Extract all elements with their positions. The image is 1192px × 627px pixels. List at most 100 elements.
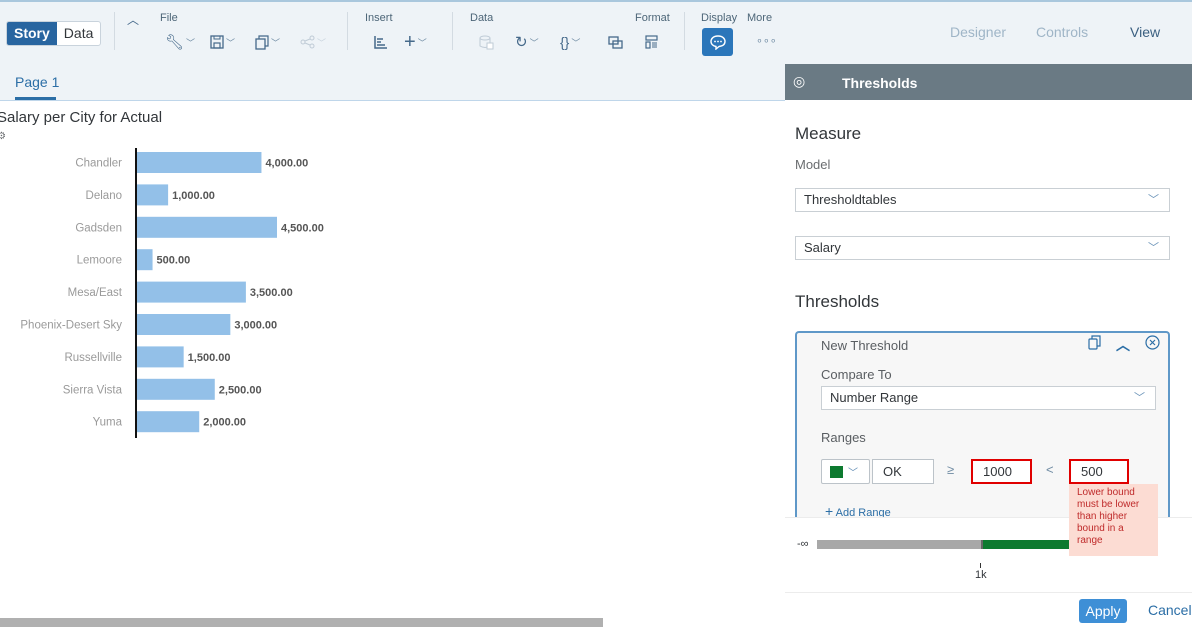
bar[interactable] [137, 184, 169, 206]
tools-icon[interactable]: 🔧︎ ﹀ [165, 32, 195, 52]
story-tab[interactable]: Story [7, 22, 57, 45]
save-icon[interactable]: ﹀ [210, 32, 235, 52]
bar[interactable] [137, 411, 200, 433]
file-group-label: File [160, 12, 178, 24]
divider [785, 592, 1192, 593]
data-tab[interactable]: Data [57, 22, 101, 45]
category-label: Gadsden [75, 222, 122, 234]
toolbar: Story Data ︿ File 🔧︎ ﹀ ﹀ ﹀ ﹀ Insert + ﹀ Da… [0, 0, 1192, 64]
chevron-down-icon: ﹀ [1148, 242, 1159, 254]
error-tooltip: Lower bound must be lower than higher bo… [1069, 484, 1158, 556]
format-group-label: Format [635, 12, 670, 24]
bar[interactable] [137, 378, 215, 400]
view-tab[interactable]: View [1130, 24, 1160, 40]
lower-bound-input[interactable]: 1000 [971, 459, 1032, 484]
bar[interactable] [137, 249, 153, 271]
chevron-down-icon: ﹀ [1148, 194, 1159, 206]
category-label: Russellville [64, 352, 122, 364]
upper-operator: < [1046, 462, 1054, 477]
category-label: Delano [86, 190, 122, 202]
model-dropdown[interactable]: Thresholdtables ﹀ [795, 188, 1170, 212]
thresholds-heading: Thresholds [795, 292, 880, 311]
copy-icon[interactable]: ﹀ [255, 32, 280, 52]
more-group-label: More [747, 12, 773, 24]
apply-button[interactable]: Apply [1079, 599, 1127, 623]
arrange-icon[interactable] [608, 32, 623, 52]
cancel-button[interactable]: Cancel [1148, 602, 1192, 618]
category-label: Sierra Vista [63, 384, 123, 396]
scale-bar-unassigned [817, 540, 981, 549]
page-tab-1[interactable]: Page 1 [15, 74, 59, 90]
data-label: 500.00 [157, 255, 191, 267]
lower-operator: ≥ [947, 462, 955, 477]
data-label: 3,000.00 [234, 320, 277, 332]
thresholds-panel-header: ◎ Thresholds [785, 64, 1192, 100]
threshold-name: New Threshold [821, 338, 909, 353]
data-label: 1,000.00 [172, 190, 215, 202]
data-group-label: Data [470, 12, 494, 24]
bar[interactable] [137, 216, 277, 238]
app-root: Story Data ︿ File 🔧︎ ﹀ ﹀ ﹀ ﹀ Insert + ﹀ Da… [0, 0, 1192, 627]
mode-switch: Story Data [6, 21, 102, 46]
range-name-input[interactable]: OK [872, 459, 934, 484]
insert-group-label: Insert [365, 12, 393, 24]
scale-tick-label: 1k [975, 569, 987, 581]
range-color-picker[interactable]: ﹀ [821, 459, 870, 484]
share-icon: ﹀ [300, 32, 326, 52]
upper-bound-input[interactable]: 500 [1069, 459, 1129, 484]
active-tab-indicator [15, 97, 56, 100]
compare-to-dropdown[interactable]: Number Range ﹀ [821, 386, 1156, 410]
category-label: Lemoore [77, 255, 122, 267]
display-group-label: Display [701, 12, 738, 24]
data-source-icon [478, 32, 494, 52]
measure-heading: Measure [795, 124, 862, 143]
measure-value: Salary [804, 240, 841, 255]
data-label: 4,500.00 [281, 222, 324, 234]
chart-settings-icon[interactable]: ⚙ [0, 131, 6, 142]
measure-dropdown[interactable]: Salary ﹀ [795, 236, 1170, 260]
color-swatch [830, 466, 843, 478]
duplicate-icon[interactable] [1088, 335, 1101, 353]
collapse-icon[interactable]: ︿ [1116, 335, 1130, 355]
compare-to-value: Number Range [830, 390, 919, 405]
designer-tab[interactable]: Designer [950, 24, 1006, 40]
horizontal-scrollbar[interactable] [0, 618, 603, 627]
panel-title: Thresholds [842, 75, 918, 91]
insert-chart-icon[interactable] [374, 32, 388, 52]
bar-chart: Chandler 4,000.00 Delano 1,000.00 Gadsden 4,5… [20, 148, 324, 438]
collapse-toolbar-icon[interactable]: ︿ [127, 11, 139, 28]
more-icon[interactable]: ∘∘∘ [756, 34, 777, 47]
divider [684, 12, 685, 50]
data-label: 4,000.00 [265, 158, 308, 170]
model-label: Model [795, 157, 831, 172]
formula-icon[interactable]: {} ﹀ [560, 32, 580, 52]
scale-tick [980, 563, 981, 568]
add-icon[interactable]: + ﹀ [404, 31, 427, 53]
chevron-down-icon: ﹀ [1134, 392, 1145, 404]
chart-title: Salary per City for Actual [0, 109, 163, 126]
category-label: Chandler [75, 158, 122, 170]
data-label: 2,000.00 [203, 417, 246, 429]
bar[interactable] [137, 314, 231, 335]
data-label: 1,500.00 [188, 352, 231, 364]
bar[interactable] [137, 152, 262, 173]
divider [114, 12, 115, 50]
page-tab-bar: Page 1 [0, 64, 785, 101]
category-label: Mesa/East [68, 287, 123, 299]
ranges-label: Ranges [821, 430, 866, 445]
comment-mode-button[interactable] [702, 28, 733, 56]
scale-bar-ok-range [981, 540, 1070, 549]
layout-icon[interactable] [645, 32, 658, 52]
target-icon: ◎ [793, 73, 806, 89]
model-value: Thresholdtables [804, 192, 897, 207]
close-icon[interactable] [1145, 335, 1160, 353]
refresh-icon[interactable]: ↻ ﹀ [515, 32, 539, 52]
controls-tab[interactable]: Controls [1036, 24, 1088, 40]
category-label: Phoenix-Desert Sky [20, 320, 122, 332]
bar[interactable] [137, 281, 246, 303]
scale-start-label: -∞ [797, 538, 809, 550]
bar[interactable] [137, 346, 184, 368]
category-label: Yuma [93, 417, 123, 429]
divider [347, 12, 348, 50]
divider [452, 12, 453, 50]
